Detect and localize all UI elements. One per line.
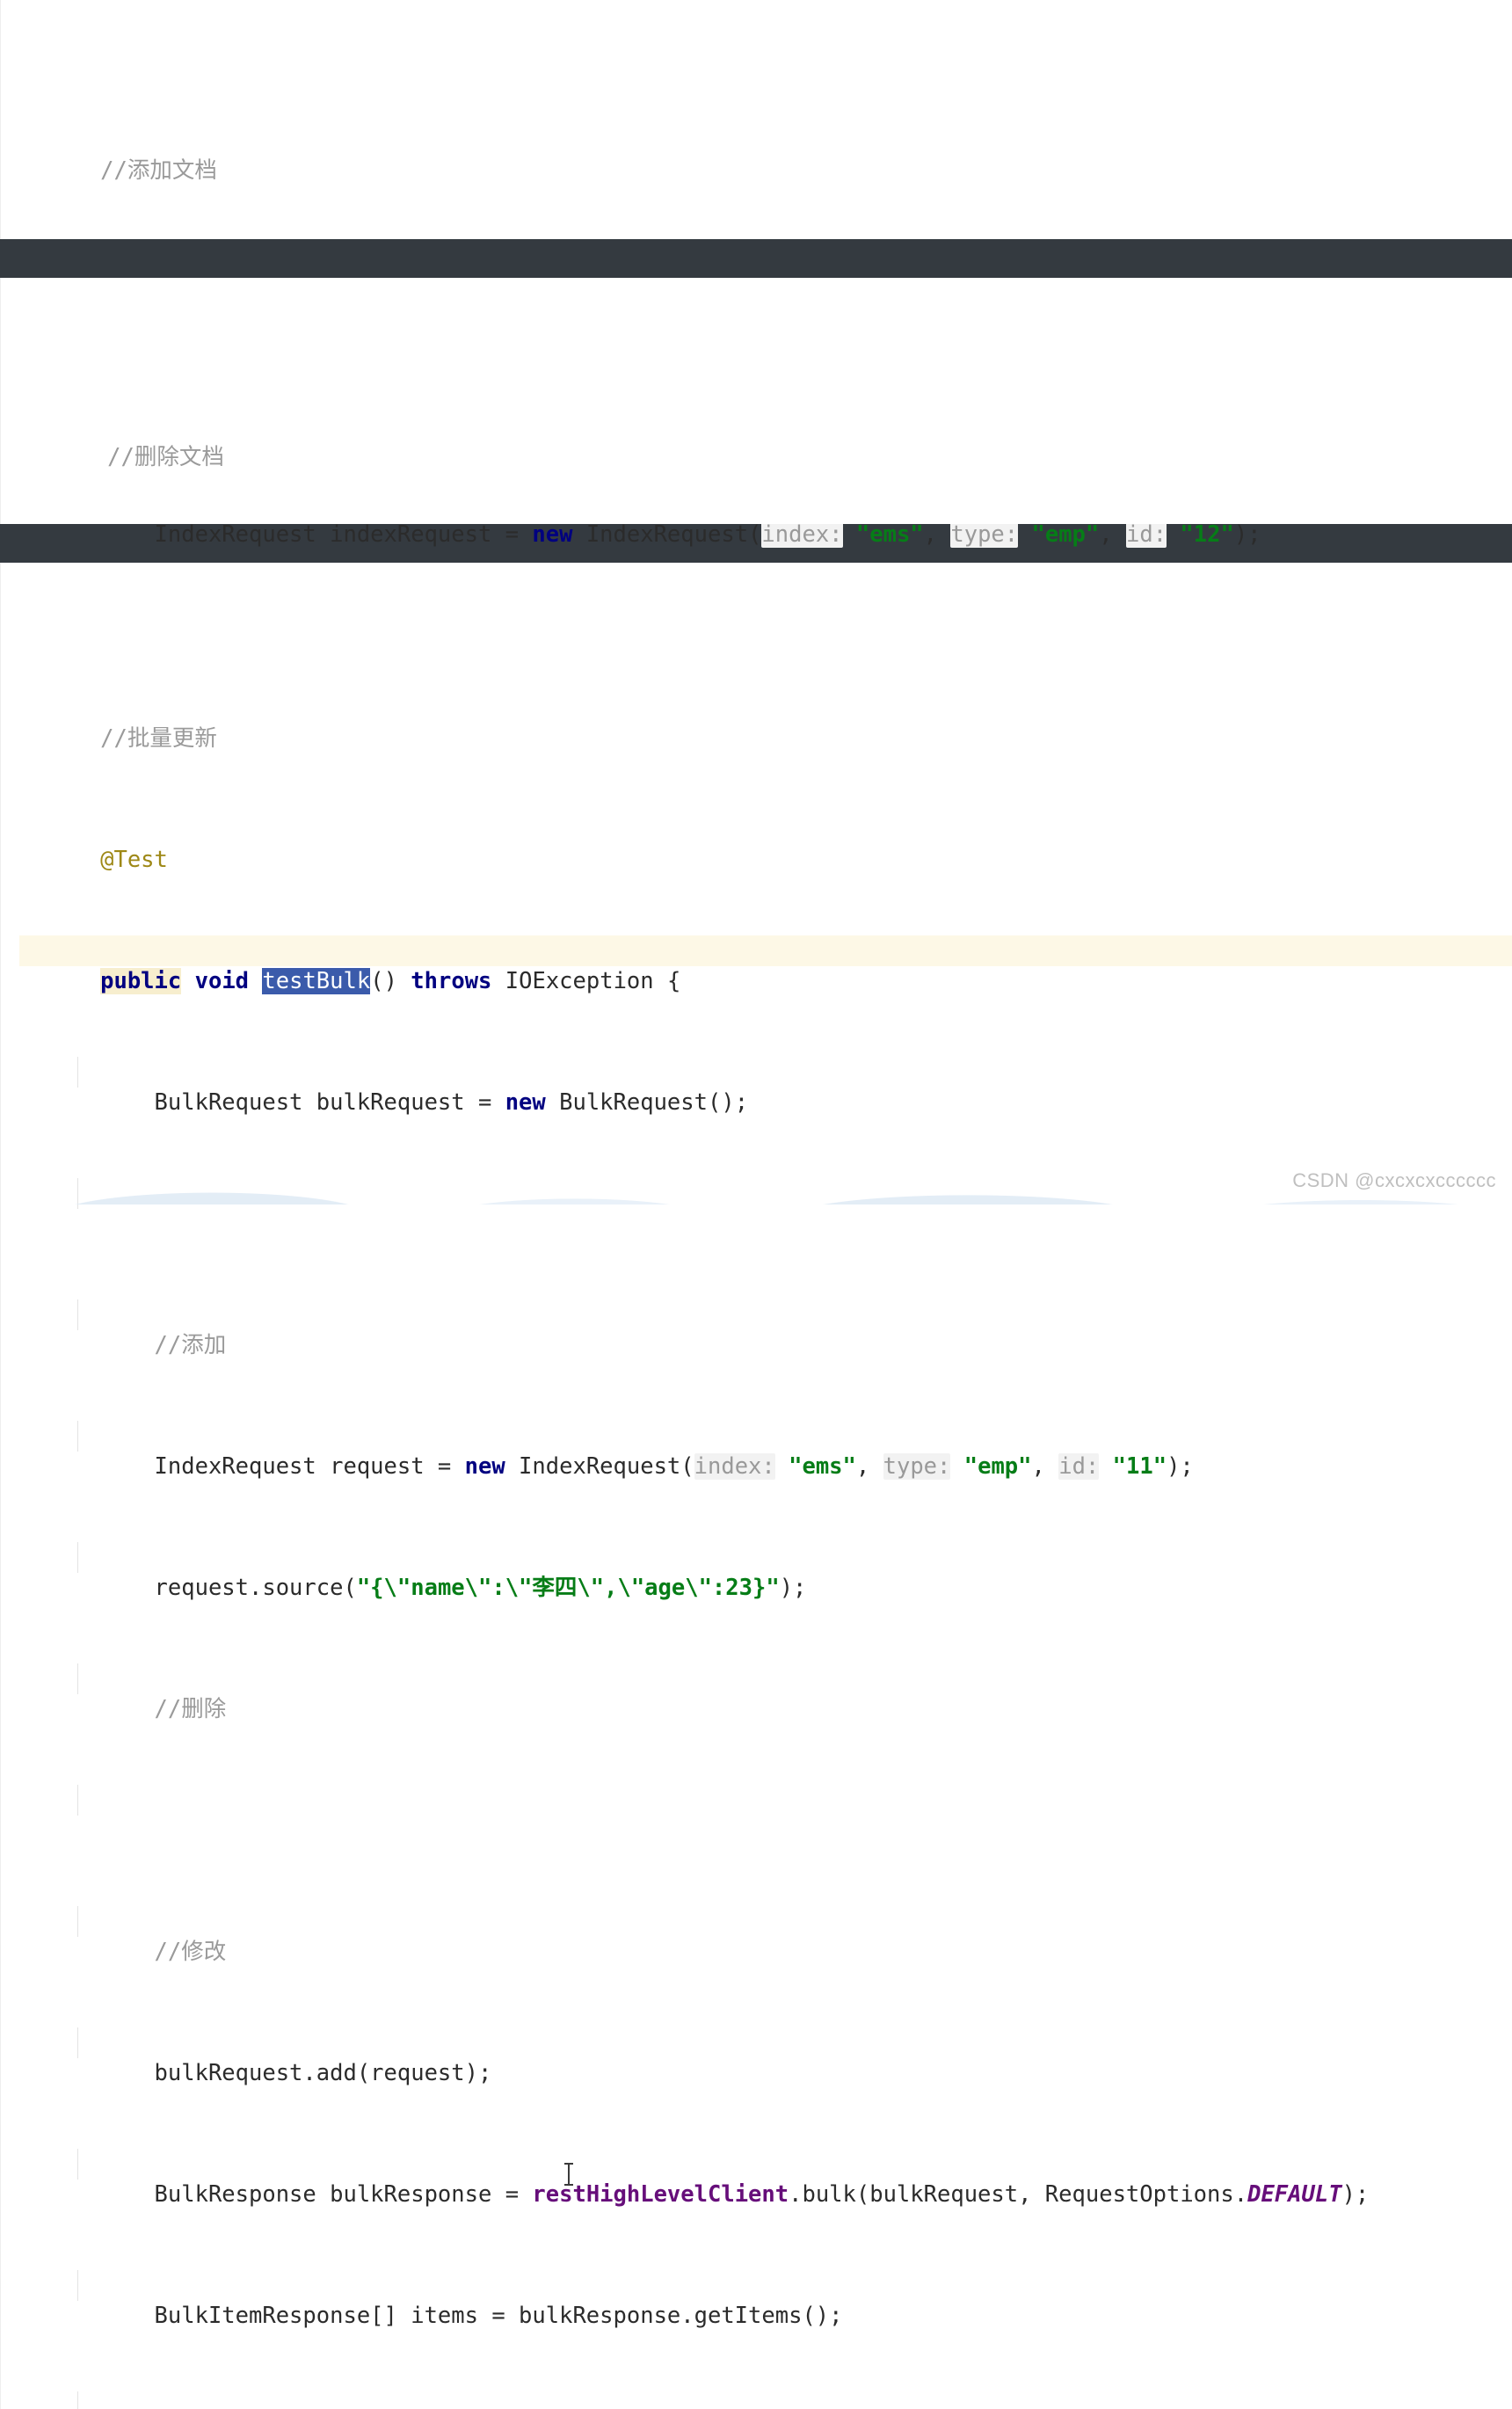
code-block-add-document[interactable]: //添加文档 @Test public void testAddIndex() … (0, 0, 1512, 1033)
code-line-bulk-response[interactable]: BulkResponse bulkResponse = restHighLeve… (19, 2149, 1512, 2208)
code-line-for-loop[interactable]: for (BulkItemResponse item : items) { (19, 2391, 1512, 2409)
param-hint-id: id: (1058, 1452, 1100, 1480)
code-line-blank[interactable] (19, 1178, 1512, 1209)
brace-open: { (667, 967, 681, 994)
indent-guide (77, 1299, 78, 1330)
field-rest-high-level-client: restHighLevelClient (532, 2180, 789, 2208)
string-json-bulk: "{\"name\":\"李四\",\"age\":23}" (356, 1574, 780, 1601)
comment-modify: //修改 (154, 1938, 227, 1965)
editor-gutter-line (0, 278, 1, 524)
indent-guide (77, 1178, 78, 1209)
code-line-bulk-add[interactable]: bulkRequest.add(request); (19, 2027, 1512, 2086)
csdn-watermark: CSDN @cxcxcxcccccc (1292, 1169, 1496, 1191)
code-line-comment-modify[interactable]: //修改 (19, 1906, 1512, 1965)
keyword-public: public (100, 967, 182, 994)
indent-guide (77, 2270, 78, 2301)
indent-guide (77, 1663, 78, 1694)
comment-bulk-update: //批量更新 (100, 724, 217, 752)
code-line-request-source[interactable]: request.source("{\"name\":\"李四\",\"age\"… (19, 1542, 1512, 1601)
keyword-new: new (464, 1452, 505, 1480)
code-line-comment-delete[interactable]: //删除 (19, 1663, 1512, 1722)
code-line-comment[interactable]: //批量更新 (19, 693, 1512, 752)
code-line-bulk-request-new[interactable]: BulkRequest bulkRequest = new BulkReques… (19, 1057, 1512, 1116)
string-emp: "emp" (963, 1452, 1032, 1480)
code-screenshot-page: //添加文档 @Test public void testAddIndex() … (0, 0, 1512, 2409)
keyword-new: new (505, 1088, 546, 1116)
code-line-comment-add[interactable]: //添加 (19, 1299, 1512, 1358)
code-line-comment[interactable]: //添加文档 (19, 125, 1512, 184)
annotation-test: @Test (100, 846, 168, 873)
indent-guide (77, 2149, 78, 2180)
indent-guide (77, 1906, 78, 1937)
editor-gutter-line (0, 563, 1, 2409)
indent-guide (77, 1057, 78, 1088)
type-ioexception: IOException (505, 967, 654, 994)
string-id-11: "11" (1112, 1452, 1167, 1480)
code-line-annotation[interactable]: @Test (19, 533, 1512, 592)
code-line-comment[interactable]: //删除文档 (19, 411, 1512, 470)
indent-guide (77, 1542, 78, 1573)
method-name-test-bulk-selected[interactable]: testBulk (262, 967, 371, 994)
code-line-blank-2[interactable] (19, 1785, 1512, 1816)
keyword-throws: throws (411, 967, 492, 994)
code-line-annotation[interactable]: @Test (19, 814, 1512, 873)
code-line-index-request-new[interactable]: IndexRequest request = new IndexRequest(… (19, 1421, 1512, 1480)
comment-add: //添加 (154, 1331, 227, 1358)
param-hint-type: type: (883, 1452, 951, 1480)
code-line-get-items[interactable]: BulkItemResponse[] items = bulkResponse.… (19, 2270, 1512, 2329)
indent-guide (77, 2391, 78, 2409)
code-line-annotation[interactable]: @Test (19, 246, 1512, 305)
editor-gutter-line (0, 0, 1, 239)
indent-guide (77, 1785, 78, 1816)
code-block-delete-document[interactable]: //删除文档 @Test public void testDeleteIndex… (0, 278, 1512, 1320)
indent-guide (77, 2027, 78, 2058)
comment-delete: //删除 (154, 1695, 227, 1722)
param-hint-index: index: (694, 1452, 775, 1480)
keyword-void: void (194, 967, 250, 994)
code-line-signature-current[interactable]: public void testBulk() throws IOExceptio… (19, 935, 1512, 994)
comment-delete-document: //删除文档 (107, 443, 224, 470)
comment-add-document: //添加文档 (100, 156, 217, 184)
string-ems: "ems" (789, 1452, 856, 1480)
indent-guide (77, 1421, 78, 1452)
code-block-bulk-update[interactable]: //批量更新 @Test public void testBulk() thro… (0, 563, 1512, 2409)
constant-default: DEFAULT (1247, 2180, 1342, 2208)
